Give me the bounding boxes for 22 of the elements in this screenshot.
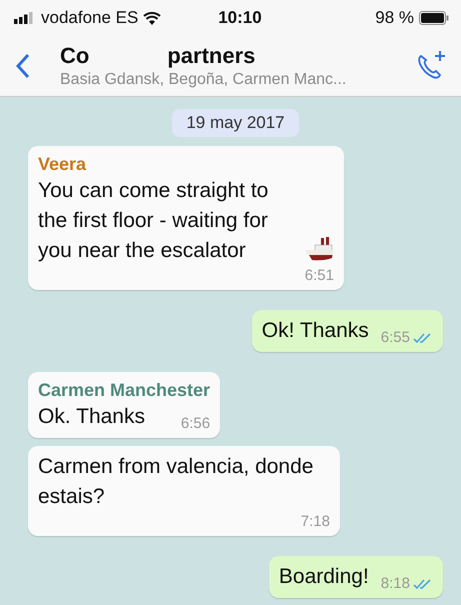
battery-icon (419, 11, 449, 25)
message-text: Ok. Thanks (38, 404, 145, 430)
message-text: You can come straight to the first floor - waiting for you near the escalator (38, 178, 270, 264)
message-time: 7:18 (300, 512, 330, 532)
message-time: 6:51 (304, 266, 334, 286)
message-time: 6:56 (180, 414, 210, 434)
status-time: 10:10 (217, 8, 263, 28)
sender-name: Veera (38, 153, 88, 176)
message-time: 6:55 (380, 328, 410, 348)
date-badge: 19 may 2017 (172, 109, 299, 137)
message-text: Ok! Thanks (262, 318, 369, 344)
carrier-name: vodafone ES (41, 8, 138, 28)
message-text: Boarding! (278, 564, 369, 590)
wifi-icon (143, 12, 162, 24)
battery-percent: 98 % (375, 8, 414, 28)
back-icon[interactable] (16, 53, 30, 79)
chat-title: partners (167, 43, 256, 69)
group-members: Basia Gdansk, Begoña, Carmen Manc... (60, 71, 348, 89)
message-time: 8:18 (380, 574, 410, 594)
chat-title: Co (60, 43, 90, 69)
message-text: Carmen from valencia, donde estais? (38, 455, 314, 508)
sender-name: Carmen Manchester (38, 379, 210, 402)
